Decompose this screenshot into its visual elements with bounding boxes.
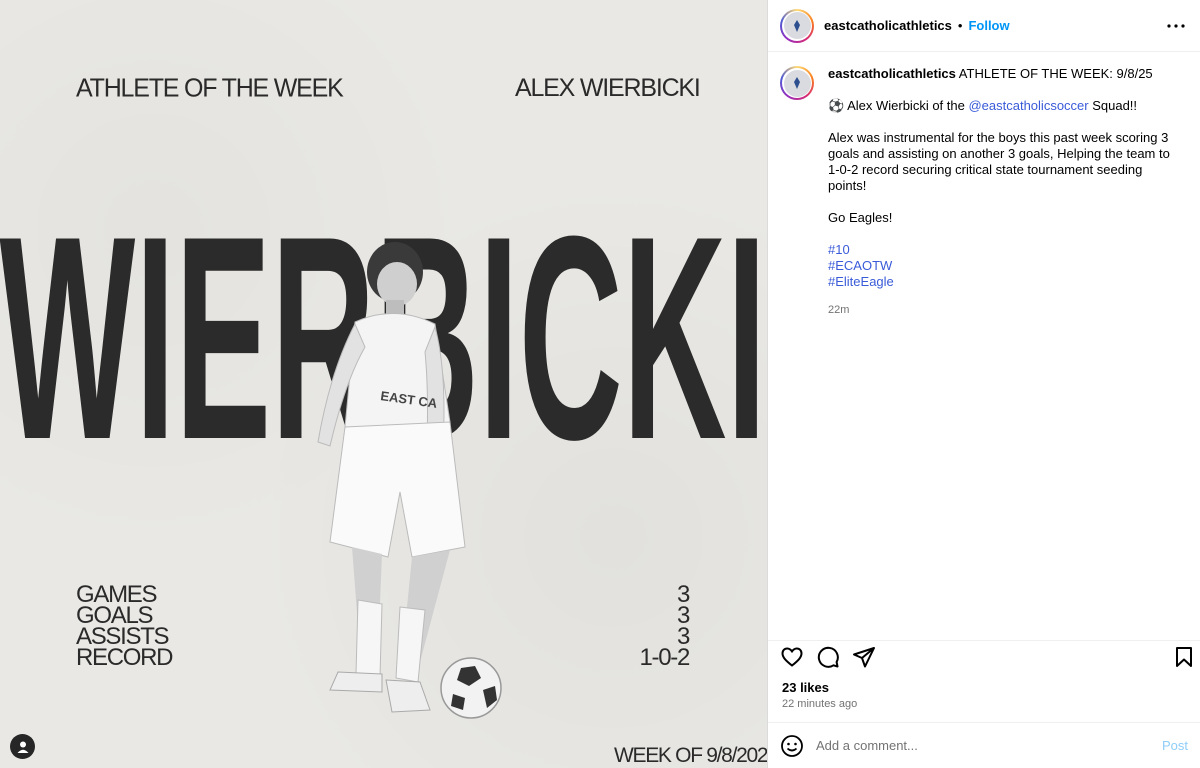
- hashtag-link[interactable]: #EliteEagle: [828, 274, 1184, 290]
- eagle-logo-icon: [783, 12, 811, 39]
- caption-avatar[interactable]: [780, 66, 814, 100]
- mention-link[interactable]: @eastcatholicsoccer: [968, 98, 1088, 113]
- week-of-label: WEEK OF 9/8/2025: [614, 744, 767, 767]
- user-icon: [17, 741, 28, 753]
- stat-value-record: 1-0-2: [639, 644, 690, 671]
- caption-body: Alex was instrumental for the boys this …: [828, 130, 1170, 193]
- caption: eastcatholicathletics ATHLETE OF THE WEE…: [768, 52, 1200, 318]
- stats-labels: GAMES GOALS ASSISTS RECORD: [76, 583, 174, 671]
- hashtag-link[interactable]: #10: [828, 242, 1184, 258]
- tagged-accounts-button[interactable]: [10, 734, 35, 759]
- emoji-icon[interactable]: [780, 734, 804, 758]
- post-header: eastcatholicathletics • Follow: [768, 0, 1200, 52]
- post-timestamp: 22 minutes ago: [782, 698, 858, 710]
- post-image[interactable]: ATHLETE OF THE WEEK ALEX WIERBICKI WIERB…: [0, 0, 767, 768]
- caption-timestamp: 22m: [828, 304, 850, 316]
- soccer-player-photo: EAST CA: [317, 242, 466, 713]
- caption-text: eastcatholicathletics ATHLETE OF THE WEE…: [828, 66, 1184, 318]
- comment-input[interactable]: [816, 738, 1162, 753]
- eagle-logo-icon: [783, 69, 811, 97]
- caption-username[interactable]: eastcatholicathletics: [828, 66, 956, 81]
- comment-bar: Post: [768, 722, 1200, 768]
- caption-line1-prefix: ⚽ Alex Wierbicki of the: [828, 98, 969, 113]
- heart-icon[interactable]: [780, 645, 804, 669]
- stats-values: 3 3 3 1-0-2: [639, 583, 690, 671]
- athlete-of-week-label: ATHLETE OF THE WEEK: [76, 73, 344, 103]
- soccer-ball: [440, 657, 502, 719]
- action-bar: [768, 640, 1200, 672]
- caption-closing: Go Eagles!: [828, 210, 893, 225]
- follow-button[interactable]: Follow: [968, 18, 1009, 33]
- likes-count[interactable]: 23 likes: [782, 680, 829, 695]
- bookmark-icon[interactable]: [1172, 645, 1196, 669]
- athlete-name-label: ALEX WIERBICKI: [515, 74, 701, 102]
- more-options-icon[interactable]: [1164, 14, 1188, 38]
- comment-icon[interactable]: [816, 645, 840, 669]
- caption-title: ATHLETE OF THE WEEK: 9/8/25: [958, 66, 1153, 81]
- post-comment-button[interactable]: Post: [1162, 738, 1188, 753]
- avatar[interactable]: [780, 8, 814, 43]
- stat-label-record: RECORD: [76, 644, 174, 671]
- header-username[interactable]: eastcatholicathletics: [824, 18, 952, 33]
- post-side-panel: eastcatholicathletics • Follow eastcatho…: [767, 0, 1200, 768]
- caption-line1-suffix: Squad!!: [1088, 98, 1138, 113]
- share-icon[interactable]: [852, 645, 876, 669]
- hashtag-link[interactable]: #ECAOTW: [828, 258, 1184, 274]
- header-separator: •: [957, 18, 963, 33]
